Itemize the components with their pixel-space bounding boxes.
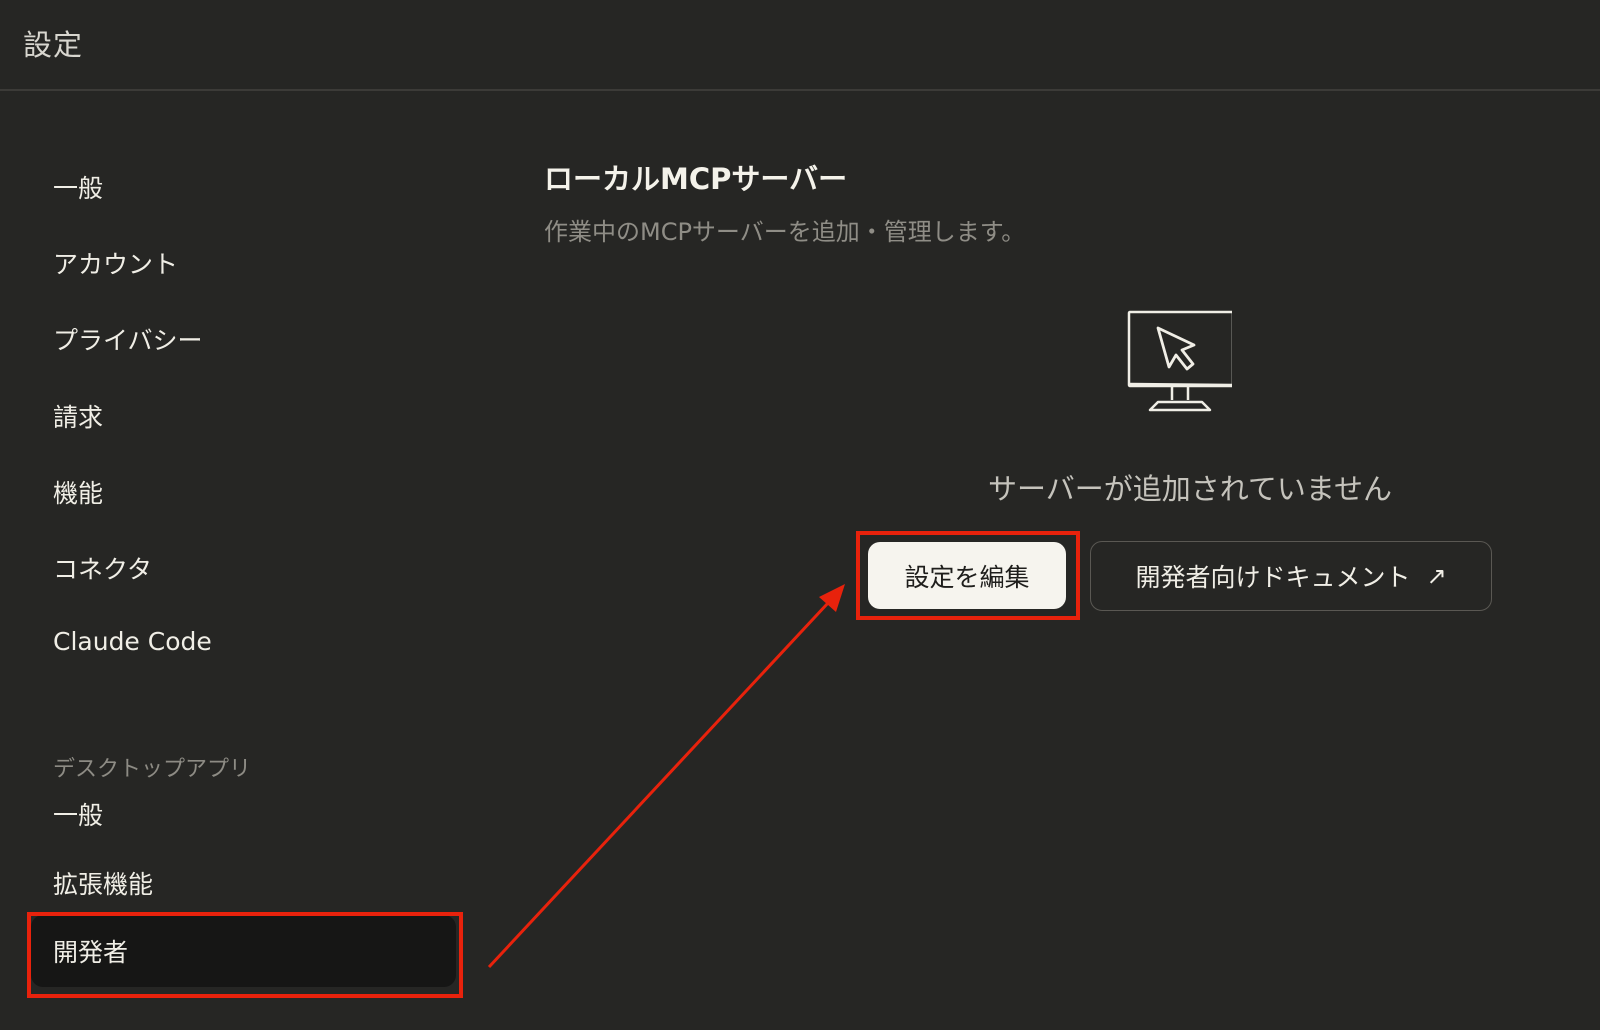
desktop-app-section-label: デスクトップアプリ xyxy=(53,757,252,782)
empty-state-text: サーバーが追加されていません xyxy=(988,472,1392,506)
developer-docs-label: 開発者向けドキュメント xyxy=(1135,563,1411,592)
window-title: 設定 xyxy=(23,28,84,62)
settings-sidebar: 一般 アカウント プライバシー 請求 機能 コネクタ Claude Code デ… xyxy=(0,91,470,1030)
page-title: ローカルMCPサーバー xyxy=(544,162,848,196)
edit-config-button[interactable]: 設定を編集 xyxy=(868,542,1066,609)
sidebar-item-billing[interactable]: 請求 xyxy=(53,398,103,434)
sidebar-item-features[interactable]: 機能 xyxy=(53,474,103,510)
sidebar-item-developer[interactable]: 開発者 xyxy=(31,915,456,987)
sidebar-item-privacy[interactable]: プライバシー xyxy=(53,321,203,357)
developer-docs-button[interactable]: 開発者向けドキュメント ↗ xyxy=(1090,541,1492,611)
title-bar: 設定 xyxy=(0,0,1600,91)
sidebar-item-connectors[interactable]: コネクタ xyxy=(53,550,152,586)
sidebar-item-extensions[interactable]: 拡張機能 xyxy=(53,865,153,901)
monitor-cursor-icon xyxy=(1127,310,1232,412)
sidebar-item-account[interactable]: アカウント xyxy=(53,245,178,281)
sidebar-item-general[interactable]: 一般 xyxy=(53,169,103,205)
external-link-icon: ↗ xyxy=(1426,562,1447,590)
page-subtitle: 作業中のMCPサーバーを追加・管理します。 xyxy=(544,218,1026,246)
settings-window: 設定 一般 アカウント プライバシー 請求 機能 コネクタ Claude Cod… xyxy=(0,0,1600,1030)
sidebar-item-desktop-general[interactable]: 一般 xyxy=(53,796,103,832)
sidebar-item-developer-label: 開発者 xyxy=(53,938,129,967)
sidebar-item-claude-code[interactable]: Claude Code xyxy=(53,627,212,656)
